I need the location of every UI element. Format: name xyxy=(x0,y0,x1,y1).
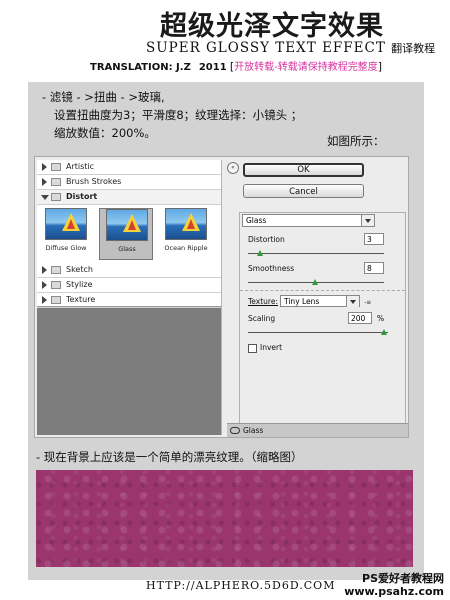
thumb-diffuse-glow[interactable]: Diffuse Glow xyxy=(39,208,93,260)
folder-icon xyxy=(51,266,61,274)
repost-note: 开放转载-转载请保持教程完整度 xyxy=(234,62,378,73)
collapse-gallery-button[interactable]: « xyxy=(227,162,239,174)
effect-layer-row[interactable]: Glass xyxy=(227,423,408,437)
tree-item-distort[interactable]: Distort xyxy=(37,190,221,205)
collapse-arrow-icon xyxy=(41,195,49,200)
thumbnail-image xyxy=(106,209,148,241)
distortion-label: Distortion xyxy=(248,235,285,244)
filter-gallery-pane: Artistic Brush Strokes Distort Diffuse G… xyxy=(37,160,222,435)
thumbnail-image xyxy=(165,208,207,240)
ok-button[interactable]: OK xyxy=(243,163,364,177)
thumb-ocean-ripple[interactable]: Ocean Ripple xyxy=(159,208,213,260)
cancel-button[interactable]: Cancel xyxy=(243,184,364,198)
thumb-label: Ocean Ripple xyxy=(164,244,208,252)
watermark-line-2: www.psahz.com xyxy=(344,585,444,598)
watermark: PS爱好者教程网 www.psahz.com xyxy=(344,572,444,598)
english-title-text: SUPER GLOSSY TEXT EFFECT xyxy=(146,40,386,56)
texture-preview xyxy=(36,470,413,567)
distortion-slider[interactable] xyxy=(248,253,384,254)
texture-menu-icon[interactable]: -≡ xyxy=(364,299,371,306)
scaling-input[interactable]: 200 xyxy=(348,312,372,324)
invert-label: Invert xyxy=(260,343,283,352)
smoothness-slider-knob[interactable] xyxy=(312,279,318,285)
filter-gallery-dialog: Artistic Brush Strokes Distort Diffuse G… xyxy=(34,156,409,438)
scaling-label: Scaling xyxy=(248,314,276,323)
tree-item-label: Stylize xyxy=(66,280,93,289)
translator: TRANSLATION: J.Z xyxy=(90,62,191,73)
settings-pane: « OK Cancel Glass Distortion 3 Smoothnes… xyxy=(227,157,408,437)
distortion-input[interactable]: 3 xyxy=(364,233,384,245)
eye-icon[interactable] xyxy=(230,427,240,434)
translation-line: TRANSLATION: J.Z 2011 [开放转载-转载请保持教程完整度] xyxy=(90,58,382,73)
filter-select-value: Glass xyxy=(246,216,267,225)
tree-item-label: Artistic xyxy=(66,162,95,171)
result-caption: - 现在背景上应该是一个简单的漂亮纹理。（缩略图） xyxy=(36,450,303,464)
site-url[interactable]: HTTP://ALPHERO.5D6D.COM xyxy=(146,579,335,592)
thumb-label: Diffuse Glow xyxy=(45,244,87,252)
instructions: - 滤镜 - >扭曲 - >玻璃, 设置扭曲度为3；平滑度8；纹理选择：小镜头 … xyxy=(42,88,302,142)
tree-item-label: Texture xyxy=(66,295,96,304)
header: 超级光泽文字效果 SUPER GLOSSY TEXT EFFECT 翻译教程 T… xyxy=(0,0,450,80)
folder-icon xyxy=(51,163,61,171)
page-title: 超级光泽文字效果 xyxy=(160,11,384,42)
expand-arrow-icon xyxy=(42,296,47,304)
thumb-label: Glass xyxy=(118,245,136,253)
tree-item-brush-strokes[interactable]: Brush Strokes xyxy=(37,175,221,190)
tree-item-stylize[interactable]: Stylize xyxy=(37,278,221,293)
texture-select[interactable]: Tiny Lens xyxy=(280,295,360,307)
instruction-line-2: 设置扭曲度为3；平滑度8；纹理选择：小镜头 ； xyxy=(54,108,303,122)
sail-icon xyxy=(128,220,136,230)
sail-icon xyxy=(67,219,75,229)
sail-icon xyxy=(187,219,195,229)
instruction-line-1: - 滤镜 - >扭曲 - >玻璃, xyxy=(42,90,165,104)
thumb-glass[interactable]: Glass xyxy=(99,208,153,260)
thumbnail-image xyxy=(45,208,87,240)
filter-tree: Artistic Brush Strokes Distort Diffuse G… xyxy=(37,160,221,308)
expand-arrow-icon xyxy=(42,266,47,274)
bracket-close: ] xyxy=(377,60,383,73)
invert-checkbox[interactable] xyxy=(248,344,257,353)
instruction-line-3: 缩放数值：200%。 xyxy=(54,126,156,140)
smoothness-input[interactable]: 8 xyxy=(364,262,384,274)
tree-item-label: Sketch xyxy=(66,265,93,274)
scaling-unit: % xyxy=(377,314,385,323)
tree-item-sketch[interactable]: Sketch xyxy=(37,263,221,278)
texture-label: Texture: xyxy=(248,297,278,306)
smoothness-label: Smoothness xyxy=(248,264,295,273)
scaling-slider-knob[interactable] xyxy=(381,329,387,335)
texture-select-value: Tiny Lens xyxy=(284,297,320,306)
tree-item-texture[interactable]: Texture xyxy=(37,293,221,308)
tree-item-artistic[interactable]: Artistic xyxy=(37,160,221,175)
chevron-down-icon xyxy=(346,296,359,307)
tree-item-label: Brush Strokes xyxy=(66,177,122,186)
caption: 如图所示： xyxy=(327,134,385,148)
divider xyxy=(240,290,405,291)
tree-item-label: Distort xyxy=(66,192,98,201)
watermark-line-1: PS爱好者教程网 xyxy=(362,572,444,585)
scaling-slider[interactable] xyxy=(248,332,388,333)
thumbnail-strip: Diffuse Glow Glass Ocean Ripple xyxy=(37,205,221,265)
texture-label-text: Texture: xyxy=(248,297,278,306)
folder-icon xyxy=(51,296,61,304)
filter-settings: Glass Distortion 3 Smoothness 8 Texture:… xyxy=(239,212,406,426)
expand-arrow-icon xyxy=(42,163,47,171)
filter-select[interactable]: Glass xyxy=(242,214,375,227)
title-suffix: 翻译教程 xyxy=(391,42,436,55)
year: 2011 xyxy=(198,62,227,73)
folder-icon xyxy=(51,281,61,289)
distortion-slider-knob[interactable] xyxy=(257,250,263,256)
expand-arrow-icon xyxy=(42,281,47,289)
folder-open-icon xyxy=(51,193,61,201)
english-title: SUPER GLOSSY TEXT EFFECT 翻译教程 xyxy=(146,40,435,56)
folder-icon xyxy=(51,178,61,186)
chevron-down-icon xyxy=(361,215,374,226)
expand-arrow-icon xyxy=(42,178,47,186)
layer-label: Glass xyxy=(243,426,264,435)
